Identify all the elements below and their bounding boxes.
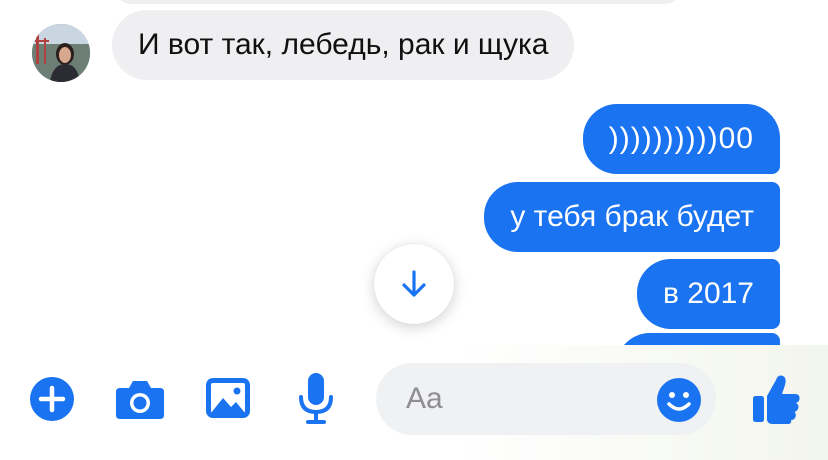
smiley-icon — [657, 378, 701, 422]
message-list[interactable]: И вот так, лебедь, рак и щука ))))))))))… — [0, 0, 828, 345]
like-button[interactable] — [748, 371, 804, 427]
thumbs-up-icon — [753, 375, 800, 424]
outgoing-message-text: у тебя брак будет — [510, 200, 754, 233]
camera-icon — [116, 381, 164, 419]
scroll-to-bottom-button[interactable] — [374, 244, 454, 324]
incoming-message-text: И вот так, лебедь, рак и щука — [138, 28, 549, 61]
contact-avatar[interactable] — [32, 24, 90, 82]
voice-message-button[interactable] — [294, 371, 338, 425]
composer-bar — [0, 345, 828, 460]
messenger-chat-screen: И вот так, лебедь, рак и щука ))))))))))… — [0, 0, 828, 460]
message-input-container[interactable] — [376, 363, 716, 435]
photo-icon — [206, 378, 250, 418]
emoji-button[interactable] — [656, 377, 702, 423]
message-input[interactable] — [406, 363, 636, 435]
outgoing-message-text: в 2017 — [662, 277, 754, 310]
outgoing-message[interactable]: ))))))))))00 — [582, 104, 780, 174]
microphone-icon — [299, 373, 333, 424]
avatar-photo — [32, 24, 90, 82]
outgoing-message[interactable]: у тебя брак будет — [484, 182, 780, 252]
gallery-button[interactable] — [204, 375, 252, 421]
incoming-message[interactable]: И вот так, лебедь, рак и щука — [112, 10, 575, 80]
plus-circle-icon — [30, 377, 74, 421]
outgoing-message-partial[interactable] — [616, 333, 780, 345]
arrow-down-icon — [402, 270, 426, 297]
add-button[interactable] — [28, 375, 76, 423]
camera-button[interactable] — [114, 375, 166, 423]
outgoing-message-text: ))))))))))00 — [608, 122, 754, 155]
outgoing-message[interactable]: в 2017 — [636, 259, 780, 329]
previous-incoming-bubble — [112, 0, 684, 4]
